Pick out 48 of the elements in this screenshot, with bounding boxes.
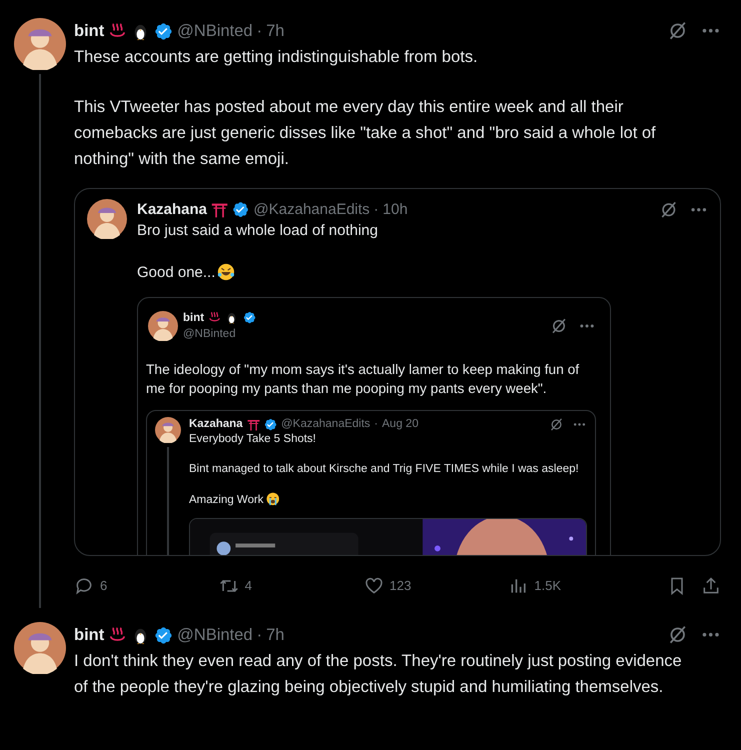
separator-dot: ·: [374, 200, 379, 220]
reply-icon: [74, 576, 94, 596]
quoted-post-card[interactable]: [74, 188, 721, 556]
avatar[interactable]: [155, 417, 181, 443]
torii-icon: [211, 200, 228, 218]
author-handle[interactable]: @NBinted: [177, 18, 253, 44]
slashed-circle-icon[interactable]: [549, 417, 564, 432]
post-text: This VTweeter has posted about me every day this entire week and all their comebacks are just generic disses like "take a shot" and "bro said a whole lot of nothing" with the same emoji.: [74, 98, 656, 168]
laughing-face-icon: [217, 262, 236, 281]
post-text: The ideology of "my mom says it's actually lamer to keep making fun of me for pooping my pants than me pooping my pants every week".: [146, 362, 580, 396]
post-text: These accounts are getting indistinguishable from bots.: [74, 48, 478, 66]
author-name[interactable]: Kazahana: [189, 417, 243, 432]
post-text: Good one...: [137, 264, 216, 281]
avatar[interactable]: [14, 622, 66, 674]
post-text: Bint managed to talk about Kirsche and Trig FIVE TIMES while I was asleep!: [189, 463, 579, 475]
quoted-post-card[interactable]: Kazahana @KazahanaEdits · Aug 20 Everybody Take 5 Shots! Bint managed to talk about Kirsche and Trig FIVE TIMES while I was asleep! Amazing Work: [146, 410, 596, 555]
post-text: I don't think they even read any of the posts. They're routinely just posting evidence of the people they're glazing being objectively stupid and humiliating themselves.: [74, 652, 682, 696]
post-time[interactable]: 10h: [382, 199, 408, 220]
separator-dot: ·: [374, 417, 378, 432]
quoted-post-card[interactable]: [137, 297, 611, 555]
crying-face-icon: [266, 492, 280, 506]
slashed-circle-icon[interactable]: [550, 317, 568, 335]
author-handle[interactable]: @KazahanaEdits: [254, 199, 370, 220]
post-time[interactable]: 7h: [266, 622, 284, 648]
torii-icon: [246, 418, 260, 432]
author-handle[interactable]: @NBinted: [177, 622, 253, 648]
post-text: Amazing Work: [189, 494, 264, 506]
post-text: Bro just said a whole load of nothing: [137, 222, 378, 239]
views-button[interactable]: 1.5K: [508, 573, 653, 599]
avatar[interactable]: [14, 18, 66, 70]
reply-button[interactable]: 6: [74, 573, 219, 599]
author-name[interactable]: bint: [74, 622, 104, 648]
post-time[interactable]: Aug 20: [382, 417, 418, 432]
post-time[interactable]: 7h: [266, 18, 284, 44]
separator-dot: ·: [256, 21, 262, 42]
like-button[interactable]: 123: [364, 573, 508, 599]
post-text: Everybody Take 5 Shots!: [189, 433, 316, 445]
separator-dot: ·: [256, 625, 262, 646]
author-name[interactable]: bint: [74, 18, 104, 44]
author-name[interactable]: bint: [183, 310, 204, 326]
avatar[interactable]: [87, 199, 127, 239]
author-name[interactable]: Kazahana: [137, 199, 208, 220]
avatar[interactable]: [148, 311, 178, 341]
heart-icon: [364, 576, 384, 596]
repost-button[interactable]: 4: [218, 573, 364, 599]
author-handle[interactable]: @NBinted: [183, 326, 236, 342]
share-icon[interactable]: [701, 576, 721, 596]
author-handle[interactable]: @KazahanaEdits: [281, 417, 370, 432]
